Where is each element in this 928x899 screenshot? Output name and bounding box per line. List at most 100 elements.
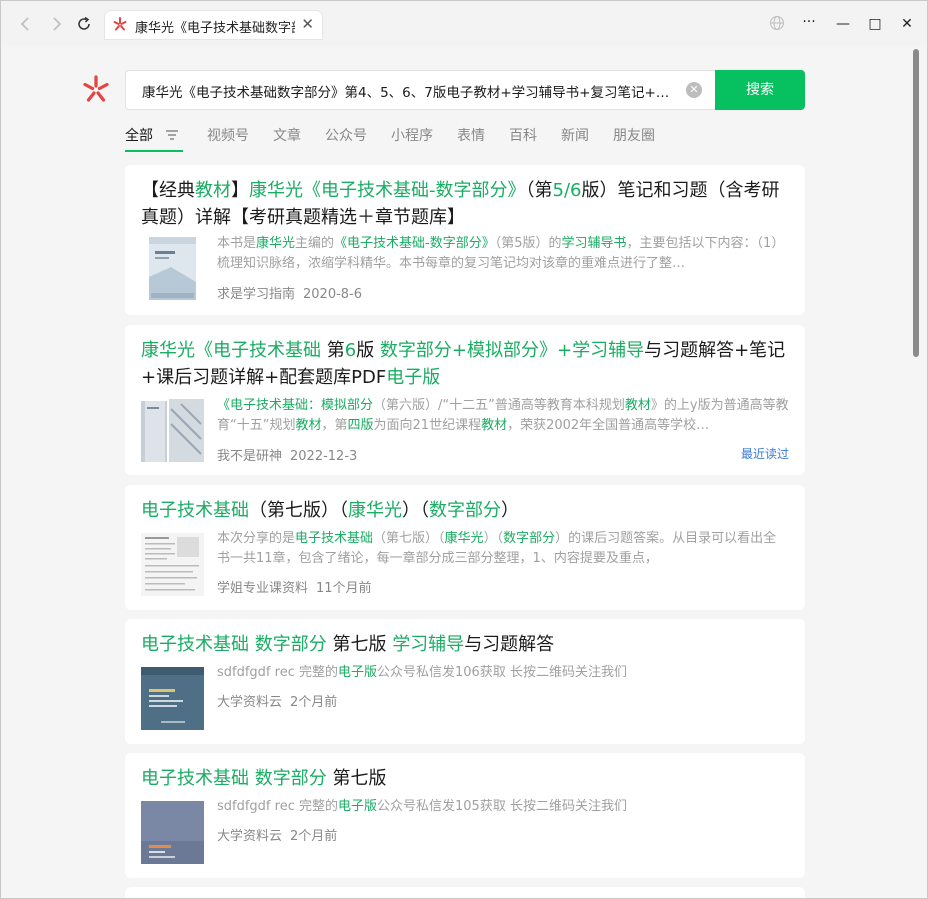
result-card[interactable]: 电子技术基础（第七版）（康华光）（数字部分） 本次分享的是电子技术基础（第七版）… bbox=[125, 485, 805, 610]
recently-read-badge: 最近读过 bbox=[740, 447, 789, 461]
search-button[interactable]: 搜索 bbox=[715, 70, 805, 110]
highlighted-keyword: 6 bbox=[344, 340, 357, 361]
highlighted-keyword: 康华光 bbox=[256, 236, 296, 251]
highlighted-keyword: 数字部分 bbox=[429, 500, 501, 521]
text-segment: （第七版）（ bbox=[249, 500, 348, 521]
result-title[interactable]: 康华光《电子技术基础 第6版 数字部分+模拟部分》+学习辅导与习题解答+笔记+课… bbox=[141, 337, 791, 391]
tab-articles[interactable]: 文章 bbox=[273, 125, 301, 145]
minimize-button[interactable]: — bbox=[833, 15, 853, 33]
title-bar: 康华光《电子技术基础数字部 ✕ ··· — □ ✕ bbox=[1, 1, 927, 47]
result-source[interactable]: 大学资料云 bbox=[217, 695, 282, 710]
highlighted-keyword: 电子版 bbox=[386, 367, 441, 388]
tab-channels[interactable]: 视频号 bbox=[207, 125, 249, 145]
highlighted-keyword: 5/6 bbox=[552, 180, 582, 201]
result-source[interactable]: 大学资料云 bbox=[217, 829, 282, 844]
highlighted-keyword: 教材 bbox=[481, 418, 508, 433]
text-segment: 版 bbox=[356, 340, 380, 361]
result-thumbnail bbox=[141, 237, 204, 300]
scrollbar-thumb[interactable] bbox=[913, 49, 919, 357]
result-card[interactable]: 电子技术基础 数字部分 第七版 sdfdfgdf rec 完整的电子版公众号私信… bbox=[125, 753, 805, 878]
result-thumbnail bbox=[141, 533, 204, 596]
forward-button[interactable] bbox=[47, 15, 65, 33]
maximize-button[interactable]: □ bbox=[865, 15, 885, 33]
text-segment: 第七版 bbox=[326, 634, 393, 655]
tab-encyclopedia[interactable]: 百科 bbox=[509, 125, 537, 145]
highlighted-keyword: 电子技术基础 数字部分 bbox=[141, 634, 327, 655]
highlighted-keyword: 《电子技术基础-数字部分》 bbox=[334, 236, 495, 251]
result-thumbnail bbox=[141, 801, 204, 864]
tab-miniprograms[interactable]: 小程序 bbox=[391, 125, 433, 145]
tab-moments[interactable]: 朋友圈 bbox=[613, 125, 655, 145]
result-snippet: sdfdfgdf rec 完整的电子版公众号私信发106获取 长按二维码关注我们 bbox=[217, 663, 789, 683]
text-segment: ）（ bbox=[483, 531, 504, 546]
highlighted-keyword: 学习辅导 bbox=[392, 634, 465, 655]
text-segment: ，荣获2002年全国普通高等学校… bbox=[507, 418, 710, 433]
tab-close-icon[interactable]: ✕ bbox=[301, 15, 314, 33]
text-segment: ） bbox=[501, 500, 519, 521]
result-card[interactable]: 康华光《电子技术基础 第6版 数字部分+模拟部分》+学习辅导与习题解答+笔记+课… bbox=[125, 325, 805, 475]
result-title[interactable]: 电子技术基础（第七版）（康华光）（数字部分） bbox=[141, 497, 791, 524]
highlighted-keyword: 康华光 bbox=[444, 531, 484, 546]
tab-accounts[interactable]: 公众号 bbox=[325, 125, 367, 145]
result-card[interactable]: 【经典教材】康华光《电子技术基础-数字部分》（第5/6版）笔记和习题（含考研真题… bbox=[125, 165, 805, 315]
result-card[interactable]: 电子技术基础 数字部分 第七版 学习辅导与习题解答 sdfdfgdf rec 完… bbox=[125, 619, 805, 744]
text-segment: （第 bbox=[525, 180, 553, 201]
result-meta: 大学资料云 2个月前 bbox=[217, 691, 345, 710]
tab-all[interactable]: 全部 bbox=[125, 125, 179, 145]
result-card[interactable] bbox=[125, 887, 805, 898]
highlighted-keyword: 教材 bbox=[295, 418, 322, 433]
back-button[interactable] bbox=[17, 15, 35, 33]
highlighted-keyword: 教材 bbox=[195, 180, 231, 201]
text-segment: 第 bbox=[321, 340, 345, 361]
result-source[interactable]: 求是学习指南 bbox=[217, 287, 295, 302]
highlighted-keyword: 教材 bbox=[624, 398, 651, 413]
result-time: 2020-8-6 bbox=[303, 287, 363, 302]
text-segment: 】 bbox=[231, 180, 249, 201]
search-page: 康华光《电子技术基础数字部分》第4、5、6、7版电子教材+学习辅导书+复习笔记+… bbox=[2, 47, 912, 898]
highlighted-keyword: 学习辅导书 bbox=[561, 236, 627, 251]
text-segment: ）（ bbox=[402, 500, 429, 521]
result-meta: 求是学习指南 2020-8-6 bbox=[217, 283, 370, 302]
close-button[interactable]: ✕ bbox=[897, 15, 917, 33]
result-thumbnail bbox=[141, 667, 204, 730]
highlighted-keyword: 四版 bbox=[347, 418, 374, 433]
tab-stickers[interactable]: 表情 bbox=[457, 125, 485, 145]
search-logo-icon bbox=[113, 17, 127, 31]
result-meta: 大学资料云 2个月前 bbox=[217, 825, 345, 844]
result-title[interactable]: 电子技术基础 数字部分 第七版 学习辅导与习题解答 bbox=[141, 631, 791, 658]
text-segment: 公众号私信发105获取 长按二维码关注我们 bbox=[377, 799, 627, 814]
highlighted-keyword: 康华光《电子技术基础-数字部分》 bbox=[249, 180, 526, 201]
browser-tab[interactable]: 康华光《电子技术基础数字部 ✕ bbox=[105, 11, 322, 39]
highlighted-keyword: 《电子技术基础：模拟部分 bbox=[217, 398, 374, 413]
result-title[interactable]: 电子技术基础 数字部分 第七版 bbox=[141, 765, 791, 792]
arrow-left-icon bbox=[20, 17, 29, 31]
result-time: 11个月前 bbox=[316, 581, 372, 596]
text-segment: 【经典 bbox=[141, 180, 195, 201]
highlighted-keyword: 电子版 bbox=[337, 665, 377, 680]
search-query[interactable]: 康华光《电子技术基础数字部分》第4、5、6、7版电子教材+学习辅导书+复习笔记+… bbox=[142, 81, 672, 101]
text-segment: 公众号私信发106获取 长按二维码关注我们 bbox=[377, 665, 627, 680]
result-source[interactable]: 我不是研神 bbox=[217, 449, 282, 464]
text-segment: 本书是 bbox=[217, 236, 257, 251]
clear-icon[interactable]: ✕ bbox=[686, 82, 702, 98]
text-segment: 为面向21世纪课程 bbox=[373, 418, 482, 433]
result-snippet: sdfdfgdf rec 完整的电子版公众号私信发105获取 长按二维码关注我们 bbox=[217, 797, 789, 817]
tab-all-label: 全部 bbox=[125, 128, 153, 144]
reload-button[interactable] bbox=[75, 15, 93, 33]
result-time: 2022-12-3 bbox=[290, 449, 358, 464]
tab-news[interactable]: 新闻 bbox=[561, 125, 589, 145]
result-time: 2个月前 bbox=[290, 829, 338, 844]
highlighted-keyword: 电子版 bbox=[337, 799, 377, 814]
arrow-right-icon bbox=[53, 17, 62, 31]
highlighted-keyword: 康华光 bbox=[348, 500, 402, 521]
text-segment: ，第 bbox=[321, 418, 348, 433]
globe-icon[interactable] bbox=[767, 15, 787, 36]
result-source[interactable]: 学姐专业课资料 bbox=[217, 581, 308, 596]
result-title[interactable]: 【经典教材】康华光《电子技术基础-数字部分》（第5/6版）笔记和习题（含考研真题… bbox=[141, 177, 791, 231]
more-icon[interactable]: ··· bbox=[799, 13, 819, 31]
search-logo-icon bbox=[83, 75, 109, 102]
filter-icon[interactable] bbox=[165, 129, 179, 141]
result-snippet: 《电子技术基础：模拟部分（第六版）/“十二五”普通高等教育本科规划教材》的上y版… bbox=[217, 396, 789, 436]
active-tab-underline bbox=[125, 150, 183, 152]
search-input[interactable]: 康华光《电子技术基础数字部分》第4、5、6、7版电子教材+学习辅导书+复习笔记+… bbox=[125, 70, 716, 110]
